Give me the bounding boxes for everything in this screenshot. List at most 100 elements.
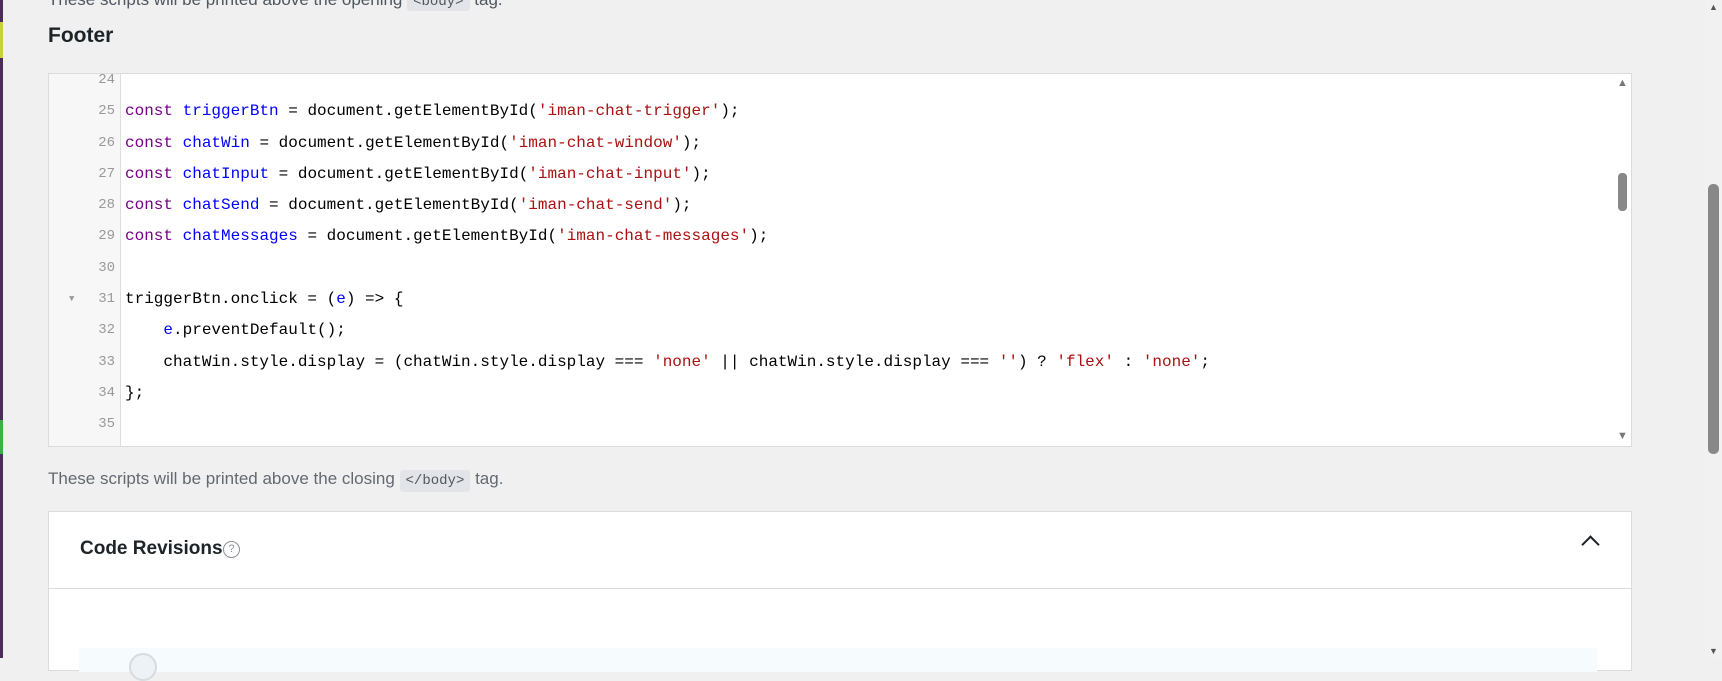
menu-highlight <box>0 22 3 58</box>
code-token: 'iman-chat-input' <box>528 164 692 183</box>
code-token: 'flex' <box>1056 352 1114 371</box>
code-token: .preventDefault(); <box>173 321 346 340</box>
footer-scripts-help: These scripts will be printed above the … <box>48 469 503 492</box>
footer-section-title: Footer <box>48 24 114 47</box>
code-token: }; <box>125 383 145 402</box>
code-token: = document.getElementById( <box>297 227 558 246</box>
code-line[interactable]: 26 const chatWin = document.getElementByI… <box>49 128 1631 159</box>
code-token: = document.getElementById( <box>259 196 519 215</box>
code-token: const <box>125 133 174 152</box>
page-scroll-up-icon[interactable]: ▲ <box>1709 2 1718 12</box>
code-token: const <box>125 164 174 183</box>
code-token: ); <box>691 164 711 183</box>
admin-menu-edge <box>0 0 3 658</box>
code-token: chatSend <box>182 196 260 215</box>
code-token: : <box>1113 352 1143 371</box>
editor-scrollbar[interactable]: ▲ ▼ <box>1613 74 1631 446</box>
header-scripts-help: These scripts will be printed above the … <box>48 0 503 11</box>
code-line[interactable]: 29 const chatMessages = document.getEleme… <box>49 221 1631 252</box>
code-token: 'iman-chat-trigger' <box>537 102 721 121</box>
revision-item <box>79 648 1597 672</box>
page-scroll-down-icon[interactable]: ▼ <box>1709 646 1718 656</box>
code-text[interactable]: const chatMessages = document.getElement… <box>125 221 768 252</box>
code-token: ) ? <box>1017 352 1057 371</box>
code-text[interactable]: triggerBtn.onclick = (e) => { <box>125 284 403 315</box>
line-number: 31 <box>98 291 115 308</box>
menu-highlight <box>0 420 3 454</box>
code-token: 'iman-chat-window' <box>509 133 682 152</box>
code-token: chatWin <box>182 133 250 152</box>
code-token: const <box>125 102 174 121</box>
code-lines[interactable]: 24 25 const triggerBtn = document.getEleme… <box>49 73 1631 441</box>
code-token: ); <box>720 102 740 121</box>
code-token: = document.getElementById( <box>278 102 538 121</box>
line-number: 27 <box>98 165 115 182</box>
code-token: ) => { <box>345 290 404 309</box>
scroll-down-arrow-icon[interactable]: ▼ <box>1617 431 1628 442</box>
code-revisions-header[interactable]: Code Revisions ? <box>49 512 1631 589</box>
code-line[interactable]: 24 <box>49 73 1631 96</box>
code-token: 'none' <box>653 352 711 371</box>
code-token: = document.getElementById( <box>249 133 510 152</box>
chevron-up-icon[interactable] <box>1581 535 1600 554</box>
code-text[interactable]: const chatSend = document.getElementById… <box>125 190 692 221</box>
scroll-up-arrow-icon[interactable]: ▲ <box>1617 78 1628 89</box>
code-line[interactable]: 34}; <box>49 378 1631 409</box>
code-token: || chatWin.style.display === <box>710 352 999 371</box>
code-line[interactable]: 33 chatWin.style.display = (chatWin.styl… <box>49 347 1631 378</box>
line-number: 32 <box>98 322 115 339</box>
code-text[interactable]: const triggerBtn = document.getElementBy… <box>125 96 740 127</box>
page-scroll-thumb[interactable] <box>1708 184 1719 454</box>
code-token: ; <box>1200 352 1210 371</box>
code-line[interactable]: 32 e.preventDefault(); <box>49 315 1631 346</box>
line-number: 29 <box>98 228 115 245</box>
code-text[interactable]: e.preventDefault(); <box>125 315 346 346</box>
code-token: ); <box>681 133 702 152</box>
code-token: e <box>163 321 174 340</box>
line-number: 33 <box>98 353 115 370</box>
code-text[interactable]: chatWin.style.display = (chatWin.style.d… <box>125 347 1210 378</box>
code-line[interactable]: 28 const chatSend = document.getElementBy… <box>49 190 1631 221</box>
page-scrollbar[interactable]: ▲ ▼ <box>1705 0 1722 658</box>
code-token: chatMessages <box>182 227 298 246</box>
code-token: ); <box>672 196 692 215</box>
line-number: 35 <box>98 416 115 433</box>
revision-avatar <box>129 653 157 681</box>
code-token: chatInput <box>182 164 270 183</box>
code-line[interactable]: 25 const triggerBtn = document.getElement… <box>49 96 1631 127</box>
line-number: 25 <box>98 103 115 120</box>
line-number: 28 <box>98 197 115 214</box>
code-revisions-panel: Code Revisions ? <box>48 511 1632 681</box>
code-token: triggerBtn <box>182 102 279 121</box>
code-token: = document.getElementById( <box>269 164 529 183</box>
code-text[interactable]: }; <box>125 378 144 409</box>
code-text[interactable]: const chatInput = document.getElementByI… <box>125 159 711 190</box>
line-number: 26 <box>98 134 115 151</box>
question-circle-icon[interactable]: ? <box>223 541 240 558</box>
line-number: 30 <box>98 259 115 276</box>
code-token: 'iman-chat-messages' <box>557 227 750 246</box>
code-line[interactable]: ▼ 31 triggerBtn.onclick = (e) => { <box>49 284 1631 315</box>
code-line[interactable]: 35 <box>49 409 1631 440</box>
line-number: 34 <box>98 384 115 401</box>
footer-code-editor[interactable]: 24 25 const triggerBtn = document.getEleme… <box>48 73 1632 447</box>
code-token: '' <box>998 352 1018 371</box>
code-line[interactable]: 27 const chatInput = document.getElementB… <box>49 159 1631 190</box>
code-token: 'none' <box>1142 352 1201 371</box>
code-token: triggerBtn.onclick = ( <box>125 290 337 309</box>
body-tag-code: </body> <box>399 470 471 492</box>
code-token: chatWin.style.display = (chatWin.style.d… <box>125 352 654 371</box>
code-line[interactable]: 30 <box>49 253 1631 284</box>
line-number: 24 <box>98 73 115 88</box>
code-token: 'iman-chat-send' <box>518 196 673 215</box>
code-revisions-title: Code Revisions <box>80 538 223 559</box>
code-token: const <box>125 227 174 246</box>
code-text[interactable]: const chatWin = document.getElementById(… <box>125 128 701 159</box>
editor-scroll-thumb[interactable] <box>1618 173 1627 211</box>
